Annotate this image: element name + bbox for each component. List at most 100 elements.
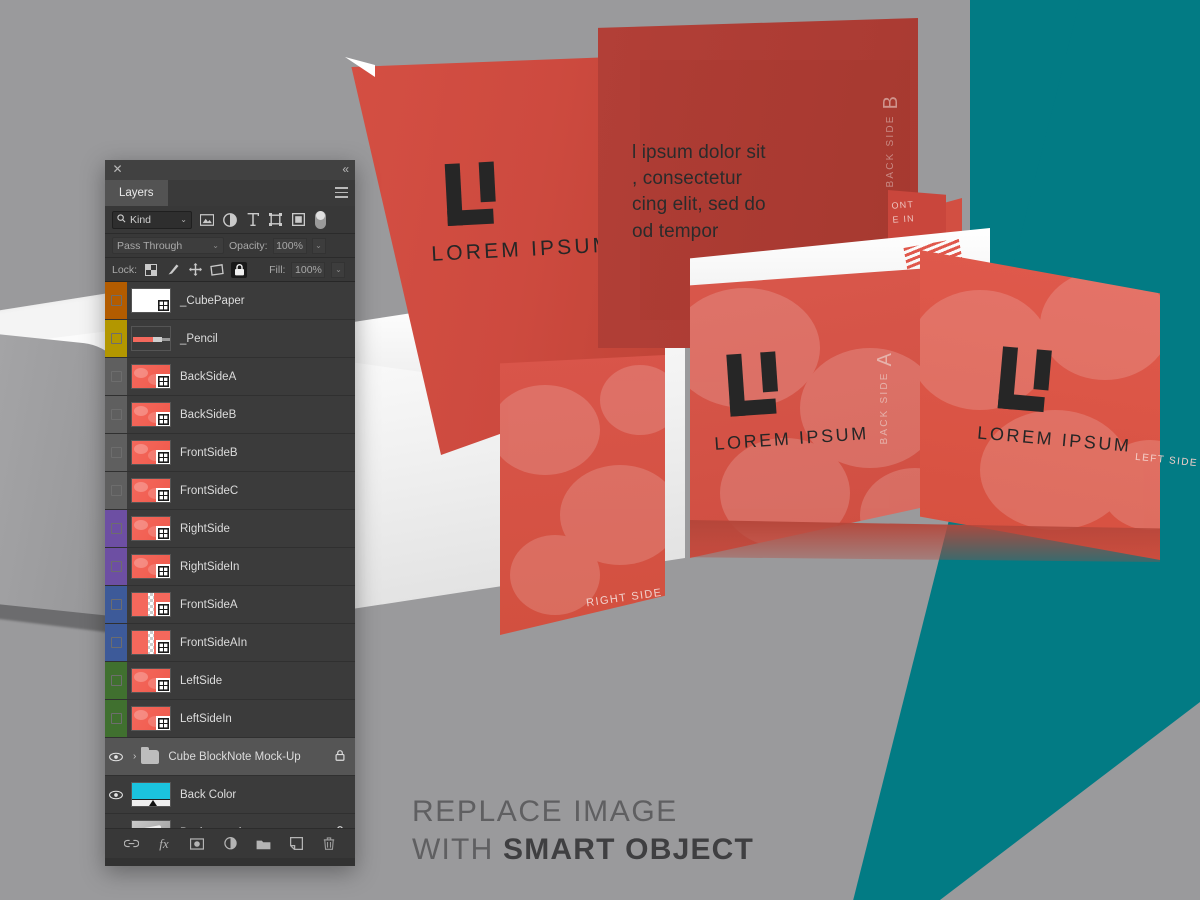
layer-thumbnail[interactable] (131, 516, 171, 541)
layer-style-fx-icon[interactable]: fx (156, 836, 172, 852)
layer-thumbnail[interactable] (131, 592, 171, 617)
visibility-toggle-icon[interactable] (110, 333, 122, 344)
visibility-toggle-icon[interactable] (110, 561, 122, 572)
layer-color-label[interactable] (105, 434, 127, 471)
layer-name: BackSideB (180, 408, 237, 421)
layer-color-label[interactable] (105, 624, 127, 661)
layer-list[interactable]: _CubePaper _Pencil BackSideA BackSideB Front… (105, 282, 355, 828)
visibility-toggle-icon[interactable] (110, 295, 122, 306)
layer-row[interactable]: FrontSideAIn (105, 624, 355, 662)
layer-row[interactable]: FrontSideC (105, 472, 355, 510)
layer-thumbnail[interactable] (131, 706, 171, 731)
blend-mode-select[interactable]: Pass Through ⌄ (112, 237, 224, 254)
group-expand-icon[interactable]: › (133, 751, 136, 762)
layer-color-label[interactable] (105, 700, 127, 737)
layer-lock-icon[interactable] (335, 749, 345, 764)
layer-thumbnail[interactable] (131, 288, 171, 313)
layer-row[interactable]: RightSideIn (105, 548, 355, 586)
panel-menu-icon[interactable] (335, 187, 348, 198)
layer-color-label[interactable] (105, 358, 127, 395)
fill-stepper-icon[interactable]: ⌄ (331, 261, 346, 278)
layer-color-label[interactable] (105, 548, 127, 585)
new-group-icon[interactable] (255, 836, 271, 852)
layer-thumbnail[interactable] (131, 782, 171, 807)
visibility-toggle-icon[interactable] (105, 776, 127, 813)
layer-color-label[interactable] (105, 396, 127, 433)
layer-row[interactable]: BackSideB (105, 396, 355, 434)
visibility-toggle-icon[interactable] (110, 409, 122, 420)
layer-color-label[interactable] (105, 662, 127, 699)
tab-layers[interactable]: Layers (105, 180, 168, 206)
layer-thumbnail[interactable] (131, 326, 171, 351)
chevron-down-icon: ⌄ (180, 215, 187, 224)
delete-layer-icon[interactable] (321, 836, 337, 852)
visibility-toggle-icon[interactable] (110, 599, 122, 610)
layer-color-label[interactable] (105, 282, 127, 319)
layer-thumbnail[interactable] (131, 668, 171, 693)
layer-color-label[interactable] (105, 586, 127, 623)
visibility-toggle-icon[interactable] (110, 447, 122, 458)
opacity-stepper-icon[interactable]: ⌄ (311, 237, 326, 254)
type-layer-filter-icon[interactable] (244, 211, 261, 228)
close-icon[interactable]: ✕ (111, 163, 124, 176)
smart-object-filter-icon[interactable] (290, 211, 307, 228)
visibility-toggle-icon[interactable] (105, 738, 127, 775)
link-layers-icon[interactable] (123, 836, 139, 852)
visibility-toggle-icon[interactable] (105, 814, 127, 828)
caption-line-2-bold: SMART OBJECT (502, 833, 755, 866)
shape-layer-filter-icon[interactable] (267, 211, 284, 228)
visibility-toggle-icon[interactable] (110, 637, 122, 648)
layer-row[interactable]: _CubePaper (105, 282, 355, 320)
caption-line-2: WITH SMART OBJECT (412, 833, 754, 867)
layer-thumbnail[interactable] (131, 554, 171, 579)
label-back-side-a-letter: A (874, 352, 896, 367)
layer-name: FrontSideC (180, 484, 239, 497)
layer-row[interactable]: _Pencil (105, 320, 355, 358)
visibility-toggle-icon[interactable] (110, 371, 122, 382)
opacity-input[interactable]: 100% (272, 237, 307, 254)
filter-kind-select[interactable]: Kind ⌄ (112, 210, 192, 229)
layer-thumbnail[interactable] (131, 402, 171, 427)
logo-mark-icon (726, 344, 882, 418)
layer-row[interactable]: › Cube BlockNote Mock-Up (105, 738, 355, 776)
body-line-2: , consectetur (632, 168, 743, 190)
smart-object-badge-icon (156, 526, 170, 540)
layer-row[interactable]: Background (105, 814, 355, 828)
layer-color-label[interactable] (105, 320, 127, 357)
lock-image-pixels-icon[interactable] (165, 262, 181, 278)
collapse-panel-icon[interactable]: « (342, 162, 349, 176)
layer-row[interactable]: LeftSide (105, 662, 355, 700)
layer-thumbnail[interactable] (131, 364, 171, 389)
visibility-toggle-icon[interactable] (110, 485, 122, 496)
lock-all-icon[interactable] (231, 261, 248, 278)
visibility-toggle-icon[interactable] (110, 523, 122, 534)
filter-enable-toggle[interactable] (315, 210, 326, 229)
layer-color-label[interactable] (105, 472, 127, 509)
fill-input[interactable]: 100% (291, 261, 326, 278)
new-adjustment-layer-icon[interactable] (222, 836, 238, 852)
layer-lock-icon[interactable] (335, 825, 345, 828)
layer-row[interactable]: Back Color (105, 776, 355, 814)
visibility-toggle-icon[interactable] (110, 713, 122, 724)
visibility-toggle-icon[interactable] (110, 675, 122, 686)
adjustment-layer-filter-icon[interactable] (221, 211, 238, 228)
new-layer-icon[interactable] (288, 836, 304, 852)
pixel-layer-filter-icon[interactable] (198, 211, 215, 228)
caption-line-1: REPLACE IMAGE (412, 795, 678, 828)
layer-color-label[interactable] (105, 510, 127, 547)
layer-row[interactable]: RightSide (105, 510, 355, 548)
layer-row[interactable]: FrontSideB (105, 434, 355, 472)
layer-row[interactable]: BackSideA (105, 358, 355, 396)
add-layer-mask-icon[interactable] (189, 836, 205, 852)
layer-thumbnail[interactable] (131, 440, 171, 465)
layer-row[interactable]: LeftSideIn (105, 700, 355, 738)
layer-thumbnail[interactable] (131, 820, 171, 828)
chevron-down-icon: ⌄ (212, 241, 219, 250)
lock-position-icon[interactable] (187, 262, 203, 278)
layer-thumbnail[interactable] (131, 478, 171, 503)
layer-thumbnail[interactable] (131, 630, 171, 655)
lock-transparent-pixels-icon[interactable] (143, 262, 159, 278)
smart-object-badge-icon (156, 488, 170, 502)
layer-row[interactable]: FrontSideA (105, 586, 355, 624)
lock-artboard-nesting-icon[interactable] (209, 262, 225, 278)
